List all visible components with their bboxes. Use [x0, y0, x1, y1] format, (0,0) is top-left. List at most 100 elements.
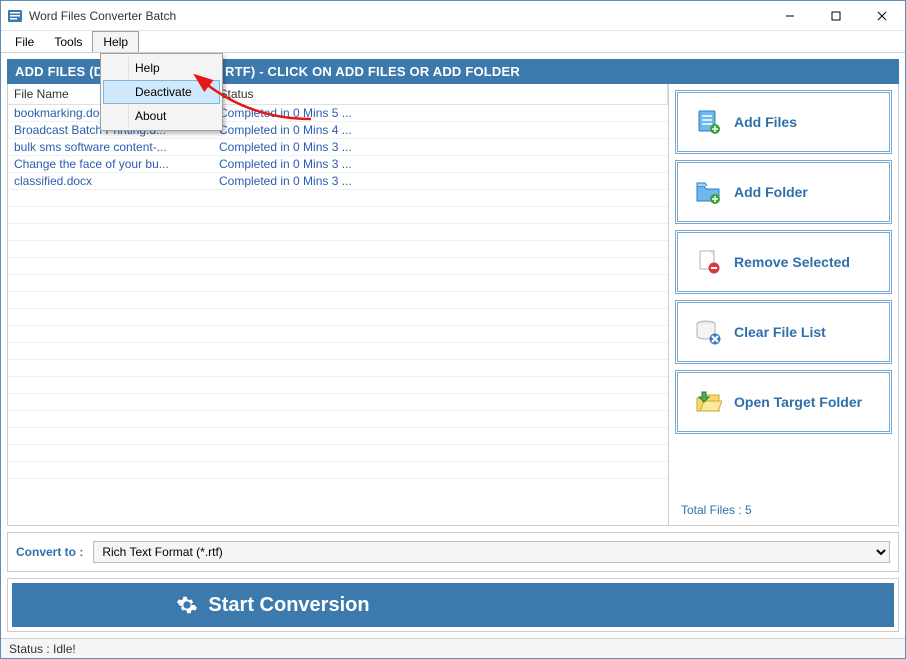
cell-filename — [8, 428, 213, 445]
cell-filename — [8, 394, 213, 411]
cell-filename — [8, 462, 213, 479]
col-status[interactable]: Status — [213, 84, 668, 105]
cell-filename — [8, 224, 213, 241]
convert-format-select[interactable]: Rich Text Format (*.rtf) — [93, 541, 890, 563]
cell-status — [213, 224, 668, 241]
menu-help-help[interactable]: Help — [103, 56, 220, 80]
cell-filename — [8, 292, 213, 309]
cell-filename — [8, 275, 213, 292]
status-bar: Status : Idle! — [1, 638, 905, 658]
gear-icon — [176, 594, 198, 616]
cell-status — [213, 343, 668, 360]
clear-list-label: Clear File List — [734, 324, 826, 340]
cell-filename: Change the face of your bu... — [8, 156, 213, 173]
open-target-icon — [694, 388, 722, 416]
table-row — [8, 360, 668, 377]
add-folder-button[interactable]: Add Folder — [675, 160, 892, 224]
cell-filename — [8, 309, 213, 326]
table-row — [8, 462, 668, 479]
total-files-label: Total Files : 5 — [675, 497, 892, 519]
cell-status: Completed in 0 Mins 3 ... — [213, 139, 668, 156]
table-row — [8, 445, 668, 462]
start-conversion-button[interactable]: Start Conversion — [12, 583, 894, 627]
remove-selected-button[interactable]: Remove Selected — [675, 230, 892, 294]
main-content: ADD FILES (DOC, DOCX, DOCM, RTF) - CLICK… — [1, 53, 905, 638]
cell-filename — [8, 207, 213, 224]
app-icon — [7, 8, 23, 24]
cell-filename: bulk sms software content-... — [8, 139, 213, 156]
sidebar: Add Files Add Folder Remove Selected — [668, 84, 898, 525]
add-files-label: Add Files — [734, 114, 797, 130]
start-wrap: Start Conversion — [7, 578, 899, 632]
table-row — [8, 309, 668, 326]
add-files-icon — [694, 108, 722, 136]
cell-status — [213, 258, 668, 275]
table-row[interactable]: Change the face of your bu...Completed i… — [8, 156, 668, 173]
start-conversion-label: Start Conversion — [208, 594, 369, 617]
menu-help-deactivate[interactable]: Deactivate — [103, 80, 220, 104]
table-row — [8, 292, 668, 309]
window-title: Word Files Converter Batch — [29, 9, 176, 23]
cell-status: Completed in 0 Mins 4 ... — [213, 122, 668, 139]
maximize-button[interactable] — [813, 1, 859, 30]
title-bar: Word Files Converter Batch — [1, 1, 905, 31]
cell-status — [213, 190, 668, 207]
help-dropdown: Help Deactivate About — [100, 53, 223, 131]
table-row[interactable]: classified.docxCompleted in 0 Mins 3 ... — [8, 173, 668, 190]
table-row[interactable]: bulk sms software content-...Completed i… — [8, 139, 668, 156]
cell-status: Completed in 0 Mins 3 ... — [213, 173, 668, 190]
cell-status — [213, 445, 668, 462]
clear-list-icon — [694, 318, 722, 346]
cell-status — [213, 394, 668, 411]
menu-file[interactable]: File — [5, 31, 44, 52]
window-controls — [767, 1, 905, 30]
cell-filename — [8, 411, 213, 428]
cell-status — [213, 411, 668, 428]
table-row — [8, 241, 668, 258]
menu-bar: File Tools Help Help Deactivate About — [1, 31, 905, 53]
cell-status: Completed in 0 Mins 5 ... — [213, 105, 668, 122]
cell-status: Completed in 0 Mins 3 ... — [213, 156, 668, 173]
table-row — [8, 343, 668, 360]
cell-filename — [8, 326, 213, 343]
table-row — [8, 326, 668, 343]
table-row — [8, 377, 668, 394]
remove-selected-label: Remove Selected — [734, 254, 850, 270]
clear-list-button[interactable]: Clear File List — [675, 300, 892, 364]
cell-status — [213, 275, 668, 292]
cell-status — [213, 292, 668, 309]
table-row — [8, 207, 668, 224]
open-target-button[interactable]: Open Target Folder — [675, 370, 892, 434]
cell-filename — [8, 258, 213, 275]
table-row — [8, 275, 668, 292]
table-row — [8, 224, 668, 241]
cell-filename — [8, 445, 213, 462]
minimize-button[interactable] — [767, 1, 813, 30]
add-files-button[interactable]: Add Files — [675, 90, 892, 154]
menu-help-about[interactable]: About — [103, 104, 220, 128]
cell-filename: classified.docx — [8, 173, 213, 190]
cell-filename — [8, 241, 213, 258]
table-row — [8, 428, 668, 445]
status-text: Status : Idle! — [9, 642, 76, 656]
menu-help[interactable]: Help — [92, 31, 139, 52]
menu-tools[interactable]: Tools — [44, 31, 92, 52]
table-row — [8, 258, 668, 275]
cell-status — [213, 326, 668, 343]
table-row — [8, 394, 668, 411]
work-area: File Name Status bookmarking.docxComplet… — [7, 84, 899, 526]
table-row — [8, 190, 668, 207]
cell-filename — [8, 190, 213, 207]
close-button[interactable] — [859, 1, 905, 30]
convert-row: Convert to : Rich Text Format (*.rtf) — [7, 532, 899, 572]
cell-status — [213, 207, 668, 224]
open-target-label: Open Target Folder — [734, 394, 862, 410]
cell-status — [213, 462, 668, 479]
remove-selected-icon — [694, 248, 722, 276]
convert-to-label: Convert to : — [16, 545, 83, 559]
cell-status — [213, 360, 668, 377]
cell-filename — [8, 360, 213, 377]
cell-filename — [8, 343, 213, 360]
add-folder-label: Add Folder — [734, 184, 808, 200]
table-row — [8, 411, 668, 428]
